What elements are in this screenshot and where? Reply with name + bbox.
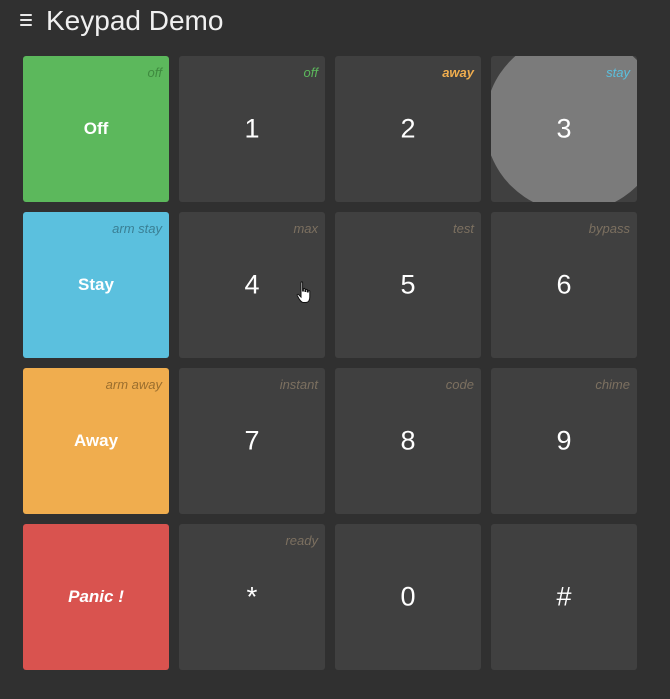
hand-pointer-icon [296,281,311,303]
away-button-hint: arm away [105,377,162,392]
off-button-hint: off [147,65,162,80]
key-0[interactable]: 0 [335,524,481,670]
key-star[interactable]: ready * [179,524,325,670]
away-button[interactable]: arm away Away [23,368,169,514]
key-1[interactable]: off 1 [179,56,325,202]
key-5[interactable]: test 5 [335,212,481,358]
key-6[interactable]: bypass 6 [491,212,637,358]
key-8[interactable]: code 8 [335,368,481,514]
key-4-hint: max [293,221,318,236]
key-7-hint: instant [279,377,318,392]
key-9[interactable]: chime 9 [491,368,637,514]
key-3-label: 3 [556,113,572,144]
stay-button-hint: arm stay [112,221,162,236]
key-star-hint: ready [285,533,318,548]
off-button[interactable]: off Off [23,56,169,202]
key-7-label: 7 [244,425,260,456]
keypad: off Off off 1 away 2 stay 3 arm stay Sta… [23,56,637,670]
key-2-label: 2 [400,113,416,144]
key-2-hint: away [442,65,474,80]
key-8-label: 8 [400,425,416,456]
panic-button[interactable]: Panic ! [23,524,169,670]
hamburger-menu-icon[interactable] [20,14,32,26]
key-0-label: 0 [400,581,416,612]
key-1-hint: off [303,65,318,80]
page-title: Keypad Demo [46,5,224,36]
panic-button-label: Panic ! [68,587,124,606]
key-5-label: 5 [400,269,416,300]
key-star-label: * [246,581,258,612]
key-hash-label: # [556,581,572,612]
key-1-label: 1 [244,113,260,144]
key-3[interactable]: stay 3 [491,56,637,202]
key-6-label: 6 [556,269,572,300]
key-7[interactable]: instant 7 [179,368,325,514]
off-button-label: Off [83,119,109,138]
key-2[interactable]: away 2 [335,56,481,202]
stay-button-label: Stay [78,275,114,294]
key-9-label: 9 [556,425,572,456]
away-button-label: Away [73,431,119,450]
app-header: Keypad Demo [0,0,670,46]
key-6-hint: bypass [588,221,630,236]
key-hash[interactable]: # [491,524,637,670]
key-9-hint: chime [595,377,630,392]
key-8-hint: code [445,377,474,392]
key-3-hint: stay [606,65,630,80]
stay-button[interactable]: arm stay Stay [23,212,169,358]
key-5-hint: test [453,221,474,236]
